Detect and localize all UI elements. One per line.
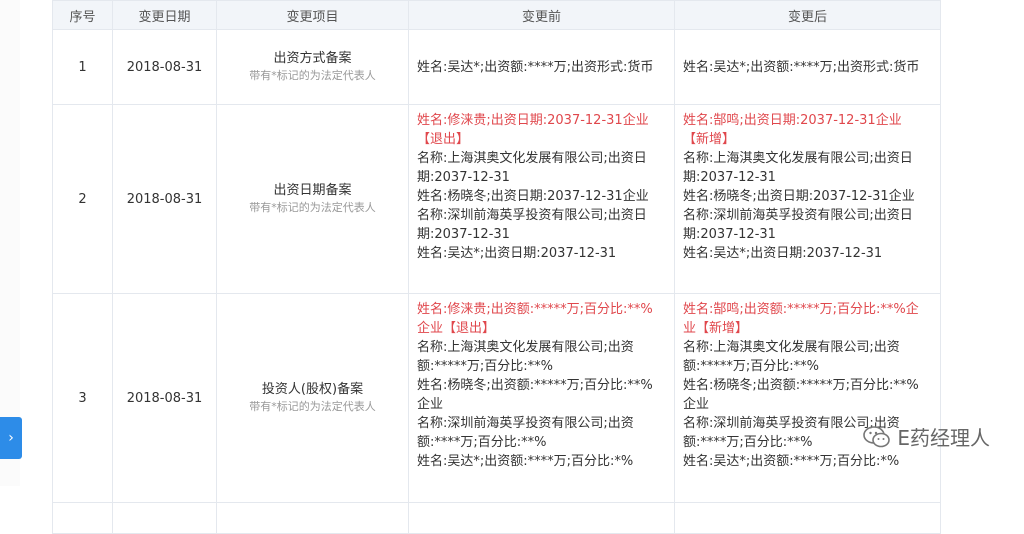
row-after: 姓名:郜鸣;出资额:*****万;百分比:**%企 业【新增】名称:上海淇奥文化发… — [674, 293, 941, 503]
after-line: 名称:上海淇奥文化发展有限公司;出资日 — [683, 151, 913, 166]
change-record-table: 序号 变更日期 变更项目 变更前 变更后 1 2018-08-31 出资方式备案… — [52, 0, 941, 534]
before-line: 期:2037-12-31 — [417, 227, 510, 242]
after-line: 【新增】 — [683, 132, 736, 147]
after-line: 期:2037-12-31 — [683, 227, 776, 242]
chevron-right-icon: › — [8, 430, 14, 446]
row-index: 1 — [52, 29, 113, 105]
row-item: 出资日期备案 带有*标记的为法定代表人 — [216, 104, 409, 294]
after-line: 姓名:杨晓冬;出资日期:2037-12-31企业 — [683, 189, 915, 204]
before-line: 姓名:吴达*;出资日期:2037-12-31 — [417, 246, 617, 261]
before-line: 姓名:吴达*;出资额:****万;出资形式:货币 — [417, 59, 654, 75]
table-row-partial — [52, 502, 941, 534]
after-line: 名称:深圳前海英孚投资有限公司;出资日 — [683, 208, 913, 223]
item-note: 带有*标记的为法定代表人 — [249, 69, 376, 82]
row-item: 出资方式备案 带有*标记的为法定代表人 — [216, 29, 409, 105]
row-after: 姓名:郜鸣;出资日期:2037-12-31企业 【新增】名称:上海淇奥文化发展有限… — [674, 104, 941, 294]
after-line: 姓名:郜鸣;出资额:*****万;百分比:**%企 — [683, 302, 919, 317]
before-line: 期:2037-12-31 — [417, 170, 510, 185]
header-index: 序号 — [52, 0, 113, 30]
before-line: 名称:深圳前海英孚投资有限公司;出资 — [417, 416, 634, 431]
before-line: 企业 — [417, 397, 444, 412]
row-item: 投资人(股权)备案 带有*标记的为法定代表人 — [216, 293, 409, 503]
after-line: 姓名:郜鸣;出资日期:2037-12-31企业 — [683, 113, 902, 128]
header-date: 变更日期 — [112, 0, 217, 30]
before-line: 姓名:吴达*;出资额:****万;百分比:*% — [417, 454, 634, 469]
before-line: 名称:深圳前海英孚投资有限公司;出资日 — [417, 208, 647, 223]
before-line: 姓名:修涞贵;出资日期:2037-12-31企业 — [417, 113, 649, 128]
table-header-row: 序号 变更日期 变更项目 变更前 变更后 — [52, 0, 941, 30]
row-after: 姓名:吴达*;出资额:****万;出资形式:货币 — [674, 29, 941, 105]
before-line: 姓名:杨晓冬;出资日期:2037-12-31企业 — [417, 189, 649, 204]
side-float-tab[interactable]: › — [0, 417, 22, 459]
before-line: 名称:上海淇奥文化发展有限公司;出资日 — [417, 151, 647, 166]
after-line: 业【新增】 — [683, 321, 749, 336]
header-after: 变更后 — [674, 0, 941, 30]
row-date: 2018-08-31 — [112, 29, 217, 105]
after-line: 额:*****万;百分比:**% — [683, 359, 819, 374]
row-cell — [216, 502, 409, 534]
item-name: 出资方式备案 — [273, 51, 352, 66]
item-name: 出资日期备案 — [273, 183, 352, 198]
item-name: 投资人(股权)备案 — [261, 382, 364, 397]
table-row: 2 2018-08-31 出资日期备案 带有*标记的为法定代表人 姓名:修涞贵;… — [52, 104, 941, 294]
after-line: 姓名:吴达*;出资额:****万;百分比:*% — [683, 454, 900, 469]
header-before: 变更前 — [408, 0, 675, 30]
row-before: 姓名:吴达*;出资额:****万;出资形式:货币 — [408, 29, 675, 105]
after-line: 姓名:吴达*;出资日期:2037-12-31 — [683, 246, 883, 261]
before-line: 额:*****万;百分比:**% — [417, 359, 553, 374]
row-before: 姓名:修涞贵;出资额:*****万;百分比:**% 企业【退出】名称:上海淇奥文化… — [408, 293, 675, 503]
row-index: 3 — [52, 293, 113, 503]
after-line: 期:2037-12-31 — [683, 170, 776, 185]
before-line: 姓名:杨晓冬;出资额:*****万;百分比:**% — [417, 378, 653, 393]
item-note: 带有*标记的为法定代表人 — [249, 400, 376, 413]
before-line: 姓名:修涞贵;出资额:*****万;百分比:**% — [417, 302, 653, 317]
after-line: 姓名:杨晓冬;出资额:*****万;百分比:**% — [683, 378, 919, 393]
before-line: 名称:上海淇奥文化发展有限公司;出资 — [417, 340, 634, 355]
watermark: E药经理人 — [863, 422, 990, 451]
row-cell — [52, 502, 113, 534]
wechat-icon — [863, 425, 891, 449]
header-item: 变更项目 — [216, 0, 409, 30]
row-index: 2 — [52, 104, 113, 294]
row-date: 2018-08-31 — [112, 104, 217, 294]
after-line: 企业 — [683, 397, 710, 412]
table-row: 1 2018-08-31 出资方式备案 带有*标记的为法定代表人 姓名:吴达*;… — [52, 29, 941, 105]
row-before: 姓名:修涞贵;出资日期:2037-12-31企业 【退出】名称:上海淇奥文化发展有… — [408, 104, 675, 294]
after-line: 姓名:吴达*;出资额:****万;出资形式:货币 — [683, 59, 920, 75]
row-date: 2018-08-31 — [112, 293, 217, 503]
before-line: 【退出】 — [417, 132, 470, 147]
watermark-text: E药经理人 — [897, 426, 990, 450]
left-margin — [0, 0, 20, 486]
before-line: 额:****万;百分比:**% — [417, 435, 547, 450]
row-cell — [408, 502, 675, 534]
after-line: 名称:上海淇奥文化发展有限公司;出资 — [683, 340, 900, 355]
item-note: 带有*标记的为法定代表人 — [249, 201, 376, 214]
table-row: 3 2018-08-31 投资人(股权)备案 带有*标记的为法定代表人 姓名:修… — [52, 293, 941, 503]
row-cell — [674, 502, 941, 534]
before-line: 企业【退出】 — [417, 321, 496, 336]
row-cell — [112, 502, 217, 534]
